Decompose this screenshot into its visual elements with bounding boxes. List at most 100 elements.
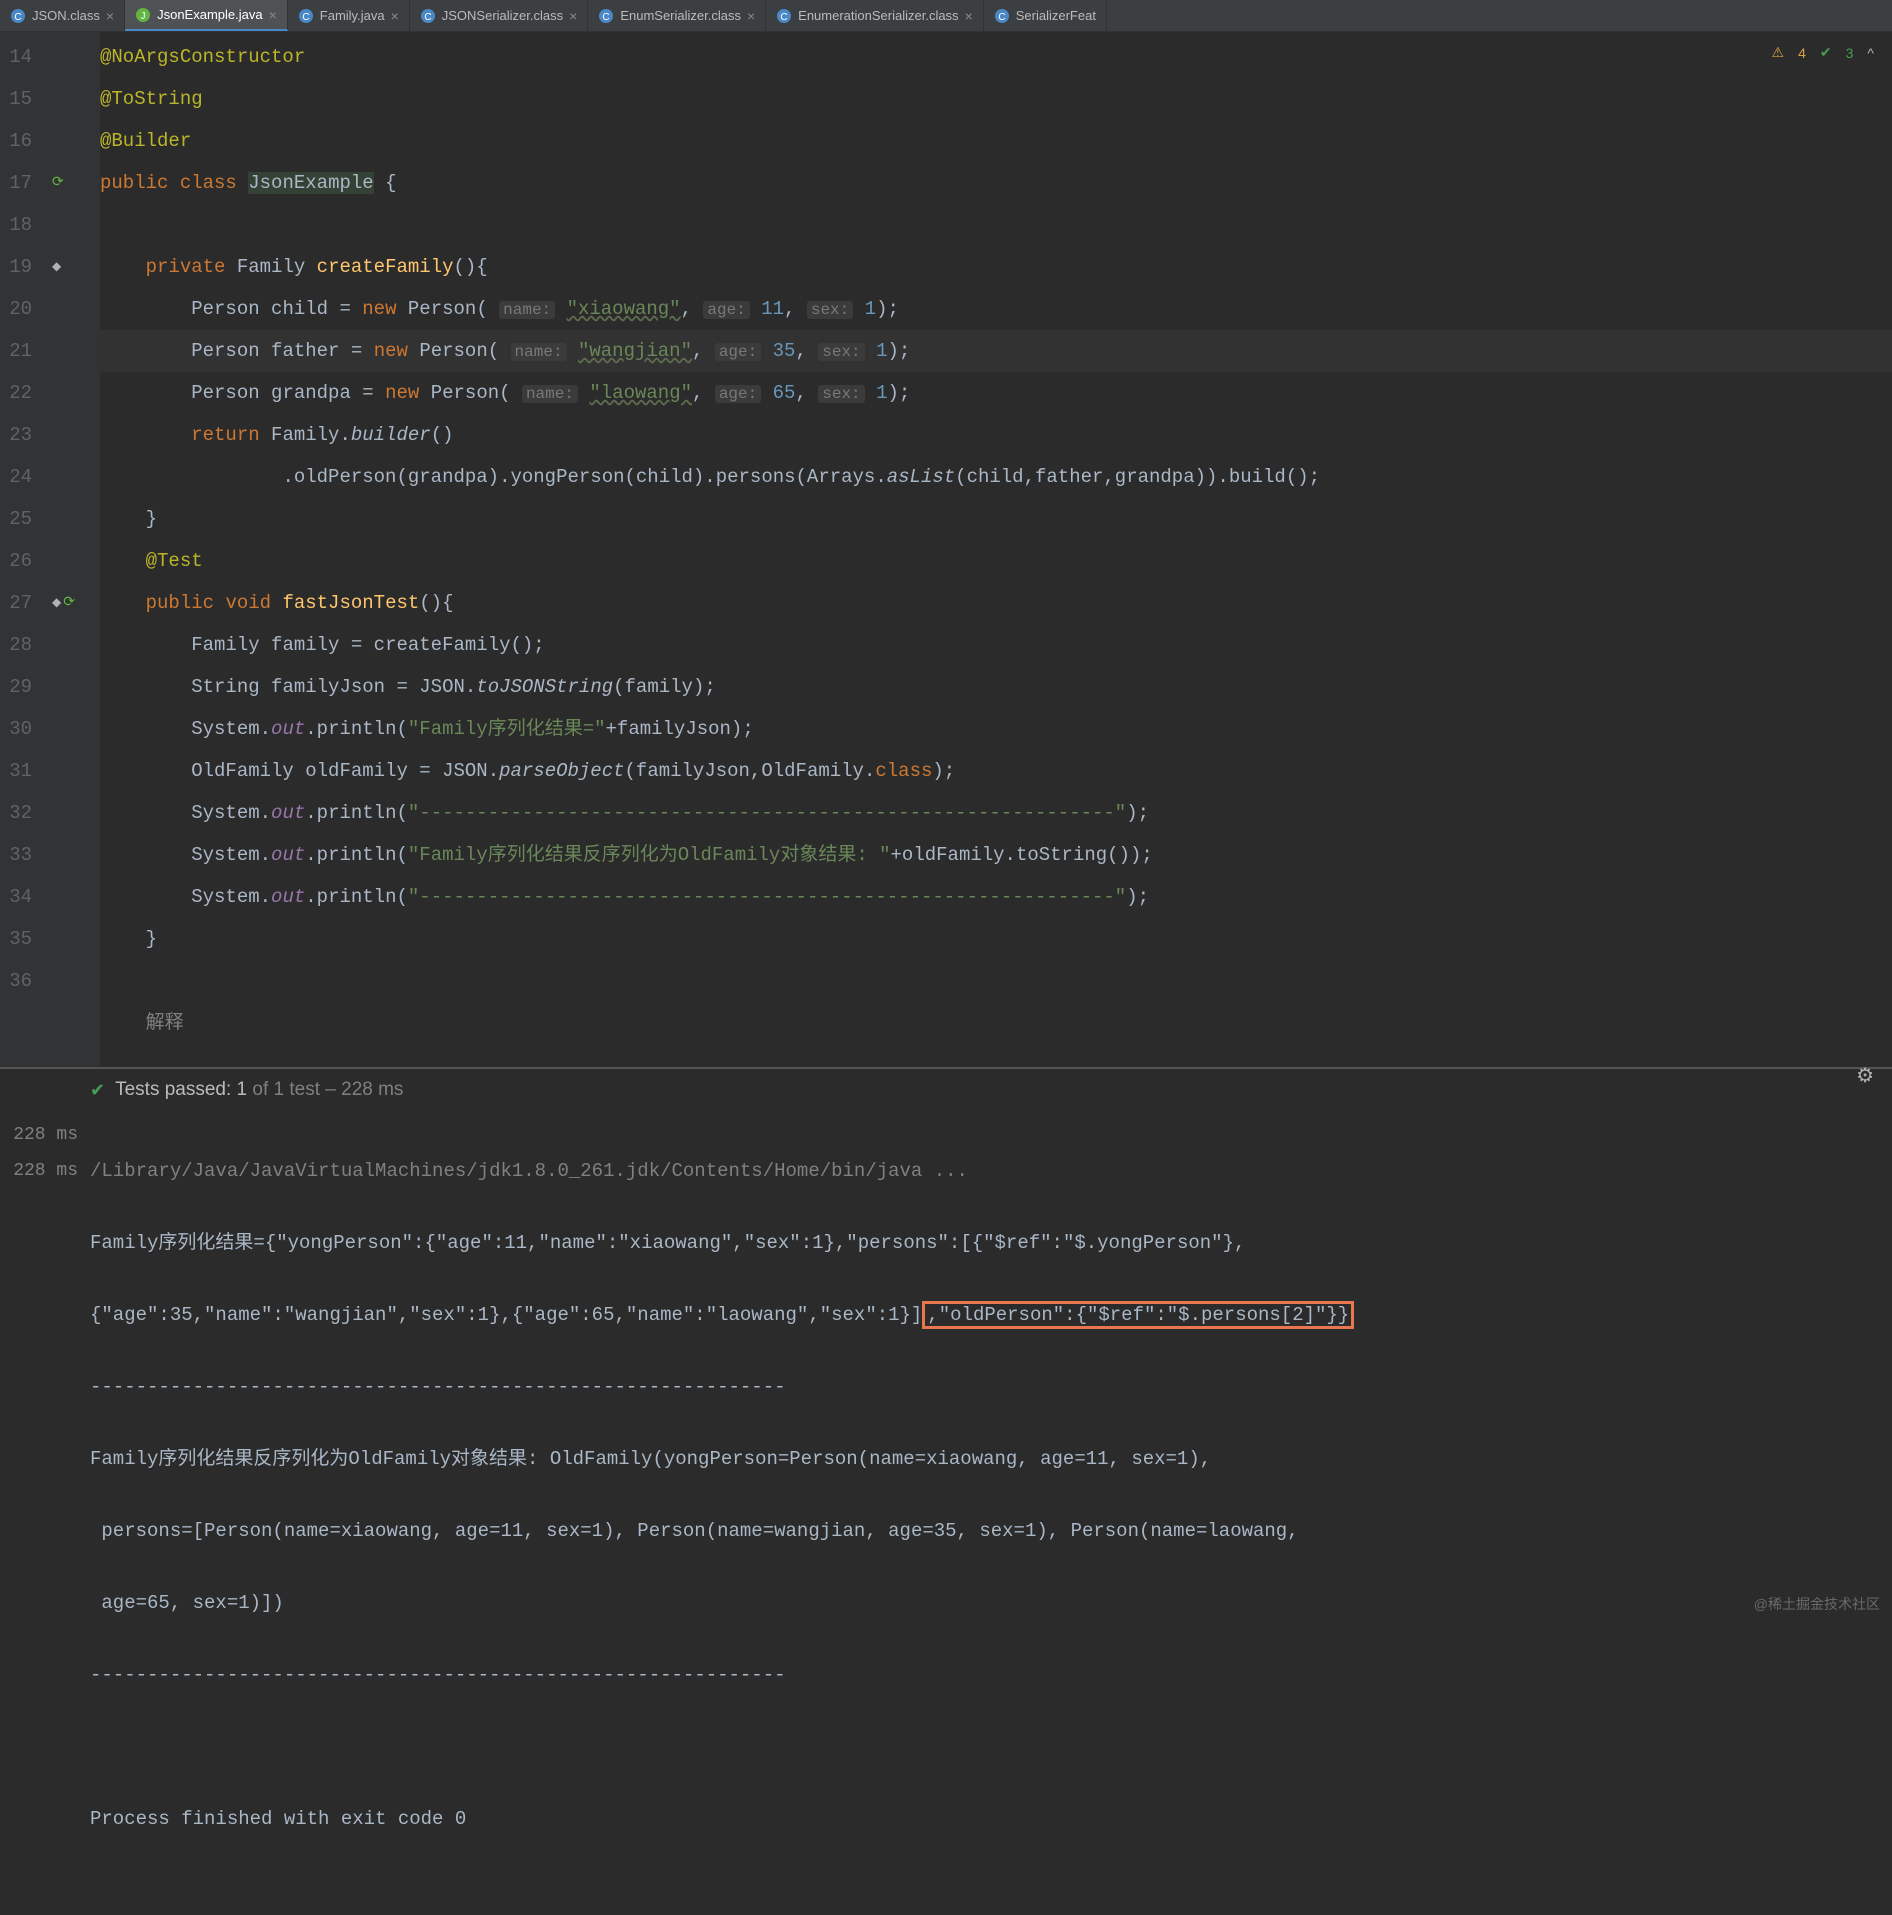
tab-label: EnumSerializer.class: [620, 8, 741, 23]
code-token: "Family序列化结果=": [408, 718, 606, 740]
code-area[interactable]: @NoArgsConstructor @ToString @Builder pu…: [100, 32, 1892, 1067]
code-token: (){: [419, 592, 453, 614]
code-token: class: [180, 172, 237, 194]
code-token: Person: [431, 382, 499, 404]
svg-text:C: C: [302, 12, 309, 23]
close-icon[interactable]: ×: [747, 8, 755, 24]
code-token: "wangjian": [578, 340, 692, 362]
svg-text:C: C: [603, 12, 610, 23]
tests-total-label: of 1 test – 228 ms: [252, 1079, 403, 1101]
line-number: 17: [0, 162, 48, 204]
code-token: @Test: [146, 550, 203, 572]
code-token: .println(: [305, 886, 408, 908]
code-token: grandpa: [271, 382, 351, 404]
param-hint: sex:: [807, 301, 853, 319]
code-token: Person: [419, 340, 487, 362]
code-token: void: [225, 592, 271, 614]
param-hint: name:: [522, 385, 578, 403]
bookmark-icon[interactable]: ◆: [52, 246, 61, 288]
tab-label: Family.java: [320, 8, 385, 23]
highlighted-output: ,"oldPerson":{"$ref":"$.persons[2]"}}: [922, 1301, 1354, 1329]
tab-jsonserializer-class[interactable]: C JSONSerializer.class ×: [410, 0, 589, 31]
test-duration: 228 ms: [0, 1153, 78, 1189]
tab-jsonexample-java[interactable]: J JsonExample.java ×: [125, 0, 288, 31]
code-token: parseObject: [499, 760, 624, 782]
code-token: @ToString: [100, 88, 203, 110]
code-token: .println(: [305, 718, 408, 740]
code-token: +oldFamily.toString());: [891, 844, 1153, 866]
code-token: class: [875, 760, 932, 782]
line-number: 33: [0, 834, 48, 876]
output-line: /Library/Java/JavaVirtualMachines/jdk1.8…: [90, 1160, 968, 1182]
param-hint: age:: [703, 301, 749, 319]
class-icon: C: [776, 8, 792, 24]
console-output[interactable]: /Library/Java/JavaVirtualMachines/jdk1.8…: [90, 1111, 1892, 1915]
close-icon[interactable]: ×: [391, 8, 399, 24]
close-icon[interactable]: ×: [569, 8, 577, 24]
svg-text:C: C: [781, 12, 788, 23]
line-number: 31: [0, 750, 48, 792]
run-icon[interactable]: ⟳: [52, 162, 64, 204]
code-token: = JSON.: [408, 760, 499, 782]
code-token: new: [362, 298, 396, 320]
tab-label: EnumerationSerializer.class: [798, 8, 958, 23]
code-token: out: [271, 718, 305, 740]
code-token: OldFamily: [191, 760, 294, 782]
inspection-widget[interactable]: ⚠4 ✔3 ^: [1772, 44, 1874, 61]
tab-family-java[interactable]: C Family.java ×: [288, 0, 410, 31]
test-time-column: 228 ms 228 ms: [0, 1111, 90, 1915]
output-line: persons=[Person(name=xiaowang, age=11, s…: [90, 1520, 1299, 1542]
check-icon: ✔: [90, 1080, 105, 1101]
code-token: @Builder: [100, 130, 191, 152]
code-token: fastJsonTest: [282, 592, 419, 614]
code-token: (familyJson,OldFamily.: [625, 760, 876, 782]
editor[interactable]: ⚠4 ✔3 ^ 14 15 16 17⟳ 18 19◆ 20 21 22 23 …: [0, 32, 1892, 1067]
line-number: 23: [0, 414, 48, 456]
code-token: Person: [191, 382, 259, 404]
line-number: 32: [0, 792, 48, 834]
output-line: Family序列化结果={"yongPerson":{"age":11,"nam…: [90, 1232, 1245, 1254]
tab-enumserializer-class[interactable]: C EnumSerializer.class ×: [588, 0, 766, 31]
close-icon[interactable]: ×: [965, 8, 973, 24]
code-token: Family: [271, 424, 339, 446]
run-icon[interactable]: ⟳: [63, 582, 75, 624]
chevron-up-icon[interactable]: ^: [1867, 45, 1874, 61]
line-number: 34: [0, 876, 48, 918]
line-number: 29: [0, 666, 48, 708]
line-number: 19: [0, 246, 48, 288]
svg-text:J: J: [141, 11, 146, 22]
code-token: .println(: [305, 844, 408, 866]
code-token: Person: [408, 298, 476, 320]
code-token: out: [271, 844, 305, 866]
code-token: }: [146, 508, 157, 530]
line-number: 15: [0, 78, 48, 120]
code-token: father: [271, 340, 339, 362]
console-panel: ⚙ ✔ Tests passed: 1 of 1 test – 228 ms 2…: [0, 1069, 1892, 1620]
line-number: 22: [0, 372, 48, 414]
close-icon[interactable]: ×: [106, 8, 114, 24]
close-icon[interactable]: ×: [269, 7, 277, 23]
tab-label: JSON.class: [32, 8, 100, 23]
test-status-bar: ✔ Tests passed: 1 of 1 test – 228 ms: [0, 1069, 1892, 1111]
code-token: Person: [191, 298, 259, 320]
class-icon: C: [10, 8, 26, 24]
class-icon: C: [994, 8, 1010, 24]
tab-json-class[interactable]: C JSON.class ×: [0, 0, 125, 31]
param-hint: age:: [715, 343, 761, 361]
class-icon: C: [420, 8, 436, 24]
line-number: 16: [0, 120, 48, 162]
tab-serializerfeat[interactable]: C SerializerFeat: [984, 0, 1107, 31]
gear-icon[interactable]: ⚙: [1856, 1063, 1874, 1089]
class-icon: C: [298, 8, 314, 24]
code-token: System.: [191, 886, 271, 908]
tab-enumerationserializer-class[interactable]: C EnumerationSerializer.class ×: [766, 0, 984, 31]
tab-label: JsonExample.java: [157, 7, 263, 22]
bookmark-icon[interactable]: ◆: [52, 582, 61, 624]
code-token: 1: [865, 298, 876, 320]
param-hint: name:: [511, 343, 567, 361]
code-token: private: [146, 256, 226, 278]
tab-label: JSONSerializer.class: [442, 8, 563, 23]
output-line: Family序列化结果反序列化为OldFamily对象结果: OldFamily…: [90, 1448, 1211, 1470]
code-token: 65: [773, 382, 796, 404]
code-token: 11: [761, 298, 784, 320]
